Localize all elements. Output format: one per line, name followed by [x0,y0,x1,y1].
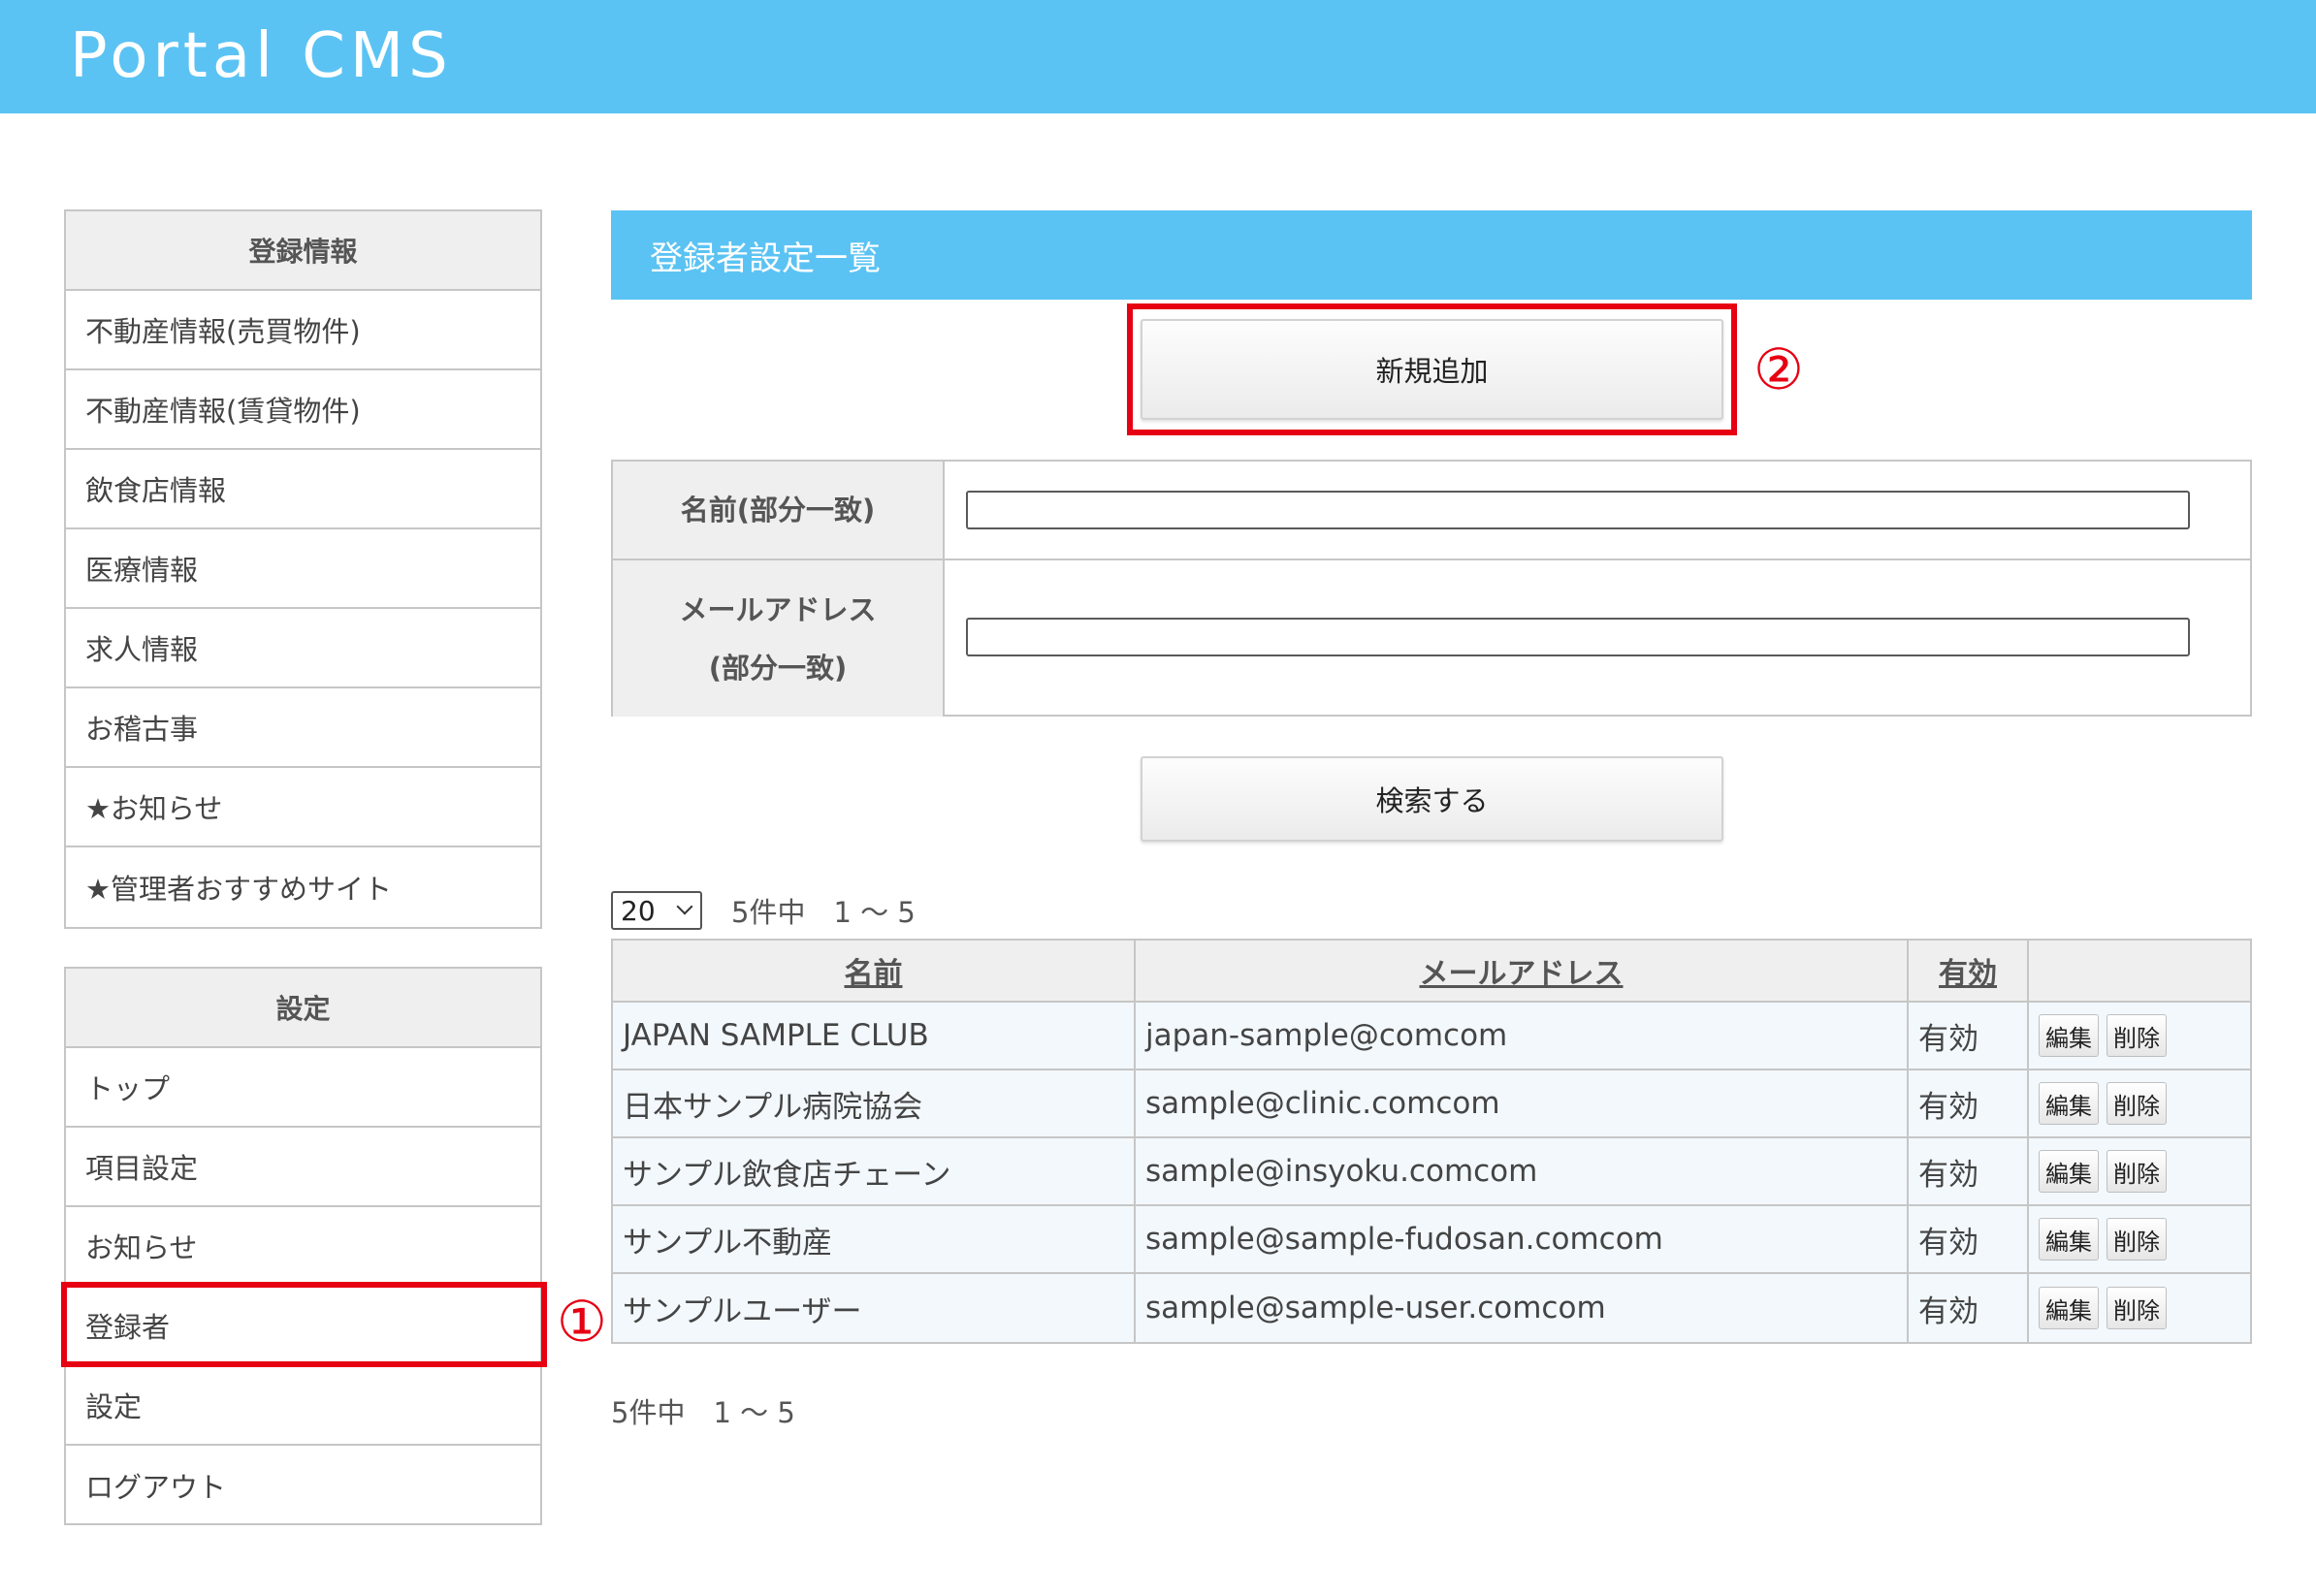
search-button[interactable]: 検索する [1141,756,1723,842]
cell-name: サンプル不動産 [613,1206,1136,1272]
per-page-select[interactable]: 20 [611,891,702,930]
cell-status: 有効 [1909,1206,2029,1272]
delete-button[interactable]: 削除 [2107,1082,2167,1125]
delete-button[interactable]: 削除 [2107,1150,2167,1193]
cell-name: 日本サンプル病院協会 [613,1070,1136,1136]
cell-actions: 編集 削除 [2029,1003,2250,1069]
delete-button[interactable]: 削除 [2107,1218,2167,1261]
section-title: 登録者設定一覧 [611,210,2252,300]
sidebar-item-logout[interactable]: ログアウト [66,1446,540,1525]
name-search-input[interactable] [966,491,2190,529]
sidebar-item-medical[interactable]: 医療情報 [66,529,540,609]
edit-button[interactable]: 編集 [2039,1287,2099,1329]
add-new-button[interactable]: 新規追加 [1141,319,1723,420]
result-summary: 5件中 1 〜 5 [731,896,916,929]
edit-button[interactable]: 編集 [2039,1014,2099,1057]
sidebar-heading-settings: 設定 [66,969,540,1048]
edit-button[interactable]: 編集 [2039,1150,2099,1193]
app-title[interactable]: Portal CMS [70,19,453,93]
cell-actions: 編集 削除 [2029,1070,2250,1136]
sidebar-item-top[interactable]: トップ [66,1048,540,1128]
search-row-name: 名前(部分一致) [613,462,2250,560]
cell-actions: 編集 削除 [2029,1206,2250,1272]
cell-status: 有効 [1909,1138,2029,1204]
sidebar-settings-group: 設定 トップ 項目設定 お知らせ 登録者 設定 ログアウト [64,967,542,1525]
table-row: 日本サンプル病院協会 sample@clinic.comcom 有効 編集 削除 [613,1070,2250,1138]
annotation-marker-2: ② [1753,336,1804,402]
delete-button[interactable]: 削除 [2107,1014,2167,1057]
result-summary-bottom: 5件中 1 〜 5 [611,1396,795,1429]
table-row: サンプル不動産 sample@sample-fudosan.comcom 有効 … [613,1206,2250,1274]
sidebar-item-jobs[interactable]: 求人情報 [66,609,540,688]
sidebar-item-lessons[interactable]: お稽古事 [66,688,540,768]
sidebar-item-restaurants[interactable]: 飲食店情報 [66,450,540,529]
col-header-actions [2029,941,2250,1001]
cell-name: サンプルユーザー [613,1274,1136,1342]
header-bar: Portal CMS [0,0,2316,113]
sidebar-item-real-estate-rental[interactable]: 不動産情報(賃貸物件) [66,370,540,450]
table-header: 名前 メールアドレス 有効 [613,941,2250,1003]
pager-top: 20 5件中 1 〜 5 [611,890,916,931]
search-form: 名前(部分一致) メールアドレス (部分一致) [611,460,2252,717]
sidebar-heading-registration: 登録情報 [66,211,540,291]
email-label-line2: (部分一致) [708,651,848,685]
table-row: JAPAN SAMPLE CLUB japan-sample@comcom 有効… [613,1003,2250,1070]
cell-email: sample@insyoku.comcom [1136,1138,1909,1204]
col-header-name[interactable]: 名前 [613,941,1136,1001]
sidebar-item-notices-star[interactable]: ★お知らせ [66,768,540,847]
cell-email: japan-sample@comcom [1136,1003,1909,1069]
per-page-value: 20 [621,894,656,927]
chevron-down-icon [676,898,693,915]
cell-status: 有効 [1909,1003,2029,1069]
email-search-input[interactable] [966,618,2190,656]
cell-email: sample@sample-user.comcom [1136,1274,1909,1342]
sidebar-item-registrants[interactable]: 登録者 [66,1287,540,1366]
cell-name: サンプル飲食店チェーン [613,1138,1136,1204]
sidebar-item-field-settings[interactable]: 項目設定 [66,1128,540,1207]
sidebar-item-real-estate-sale[interactable]: 不動産情報(売買物件) [66,291,540,370]
registrants-table: 名前 メールアドレス 有効 JAPAN SAMPLE CLUB japan-sa… [611,939,2252,1344]
col-header-status[interactable]: 有効 [1909,941,2029,1001]
email-label-line1: メールアドレス [679,592,877,626]
sidebar-item-admin-recommended[interactable]: ★管理者おすすめサイト [66,847,540,927]
cell-email: sample@sample-fudosan.comcom [1136,1206,1909,1272]
cell-name: JAPAN SAMPLE CLUB [613,1003,1136,1069]
sidebar-item-notices[interactable]: お知らせ [66,1207,540,1287]
table-row: サンプルユーザー sample@sample-user.comcom 有効 編集… [613,1274,2250,1342]
cell-actions: 編集 削除 [2029,1274,2250,1342]
cell-email: sample@clinic.comcom [1136,1070,1909,1136]
edit-button[interactable]: 編集 [2039,1082,2099,1125]
sidebar-item-settings[interactable]: 設定 [66,1366,540,1446]
email-label: メールアドレス (部分一致) [613,560,945,717]
pager-bottom: 5件中 1 〜 5 [611,1390,795,1431]
cell-status: 有効 [1909,1070,2029,1136]
edit-button[interactable]: 編集 [2039,1218,2099,1261]
search-row-email: メールアドレス (部分一致) [613,560,2250,717]
sidebar-registration-group: 登録情報 不動産情報(売買物件) 不動産情報(賃貸物件) 飲食店情報 医療情報 … [64,209,542,929]
cell-status: 有効 [1909,1274,2029,1342]
annotation-marker-1: ① [557,1289,607,1355]
table-row: サンプル飲食店チェーン sample@insyoku.comcom 有効 編集 … [613,1138,2250,1206]
delete-button[interactable]: 削除 [2107,1287,2167,1329]
col-header-email[interactable]: メールアドレス [1136,941,1909,1001]
name-label: 名前(部分一致) [613,462,945,559]
cell-actions: 編集 削除 [2029,1138,2250,1204]
